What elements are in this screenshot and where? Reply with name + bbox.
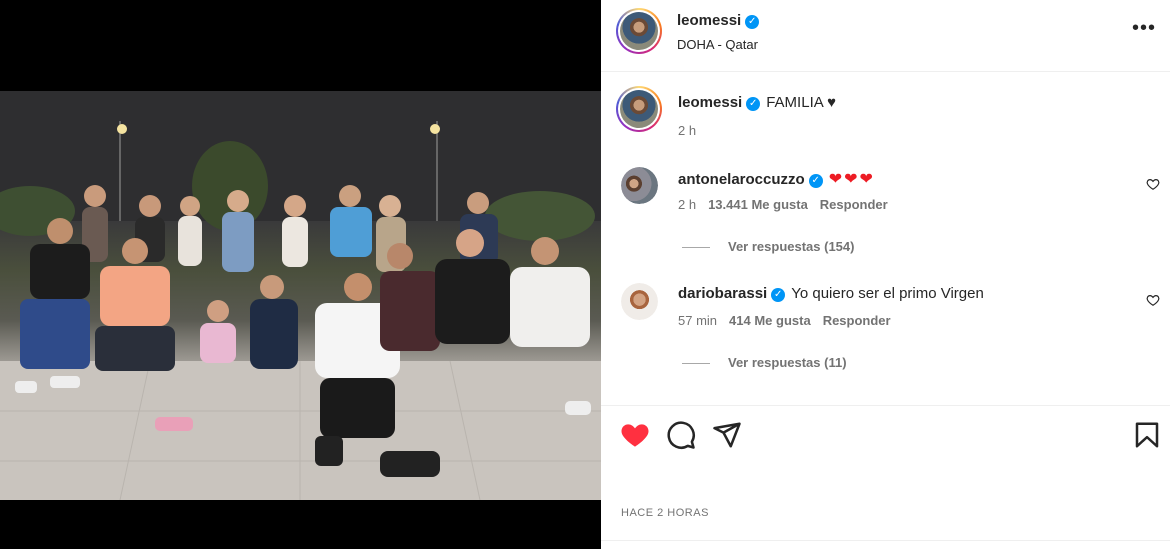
comment-like-heart-icon[interactable]: [1146, 177, 1160, 191]
share-icon[interactable]: [712, 420, 742, 450]
comment-time[interactable]: 2 h: [678, 197, 696, 212]
caption-text: FAMILIA ♥: [766, 94, 836, 111]
comment-line: dariobarassi ✓ Yo quiero ser el primo Virg…: [678, 285, 984, 302]
verified-badge-icon: ✓: [808, 174, 823, 188]
verified-badge-icon: ✓: [771, 288, 786, 302]
caption-author-avatar[interactable]: [616, 86, 662, 132]
author-name-line: leomessi ✓: [677, 12, 760, 30]
family-group-photo: [0, 91, 601, 500]
comment-text: Yo quiero ser el primo Virgen: [791, 285, 984, 302]
verified-badge-icon: ✓: [745, 15, 760, 29]
comment-meta: 2 h 13.441 Me gusta Responder: [678, 197, 888, 212]
more-options-icon[interactable]: •••: [1132, 18, 1156, 38]
caption-line: leomessi ✓ FAMILIA ♥: [678, 94, 836, 111]
reply-button[interactable]: Responder: [820, 197, 888, 212]
comment-like-heart-icon[interactable]: [1146, 293, 1160, 307]
bookmark-icon[interactable]: [1132, 420, 1162, 450]
comment-icon[interactable]: [666, 420, 696, 450]
comment-likes[interactable]: 13.441 Me gusta: [708, 197, 808, 212]
author-username[interactable]: leomessi: [677, 12, 741, 29]
comment-text: ❤❤❤: [828, 171, 875, 188]
commenter-avatar[interactable]: [621, 167, 658, 204]
comment-username[interactable]: dariobarassi: [678, 285, 767, 302]
post-photo[interactable]: [0, 91, 601, 500]
reply-button[interactable]: Responder: [823, 313, 891, 328]
comment-line: antonelaroccuzzo ✓ ❤❤❤: [678, 169, 875, 189]
post-header: leomessi ✓ DOHA - Qatar •••: [601, 0, 1170, 72]
view-replies-button[interactable]: Ver respuestas (154): [682, 239, 854, 254]
post-details-panel: leomessi ✓ DOHA - Qatar ••• leomessi ✓ FAMI…: [601, 0, 1170, 549]
post-location[interactable]: DOHA - Qatar: [677, 37, 758, 52]
post-timestamp[interactable]: HACE 2 HORAS: [621, 507, 709, 519]
comment-meta: 57 min 414 Me gusta Responder: [678, 313, 891, 328]
comment-likes[interactable]: 414 Me gusta: [729, 313, 811, 328]
author-avatar[interactable]: [616, 8, 662, 54]
verified-badge-icon: ✓: [746, 97, 761, 111]
comment-username[interactable]: antonelaroccuzzo: [678, 171, 805, 188]
comments-section[interactable]: leomessi ✓ FAMILIA ♥ 2 h antonelaroccuzzo ✓…: [601, 73, 1170, 405]
view-replies-button[interactable]: Ver respuestas (11): [682, 355, 847, 370]
comment-time[interactable]: 57 min: [678, 313, 717, 328]
caption-username[interactable]: leomessi: [678, 94, 742, 111]
caption-time[interactable]: 2 h: [678, 123, 696, 138]
post-actions-bar: [601, 405, 1170, 505]
divider: [601, 540, 1170, 541]
commenter-avatar[interactable]: [621, 283, 658, 320]
post-media[interactable]: [0, 0, 601, 549]
heart-filled-icon[interactable]: [620, 420, 650, 450]
